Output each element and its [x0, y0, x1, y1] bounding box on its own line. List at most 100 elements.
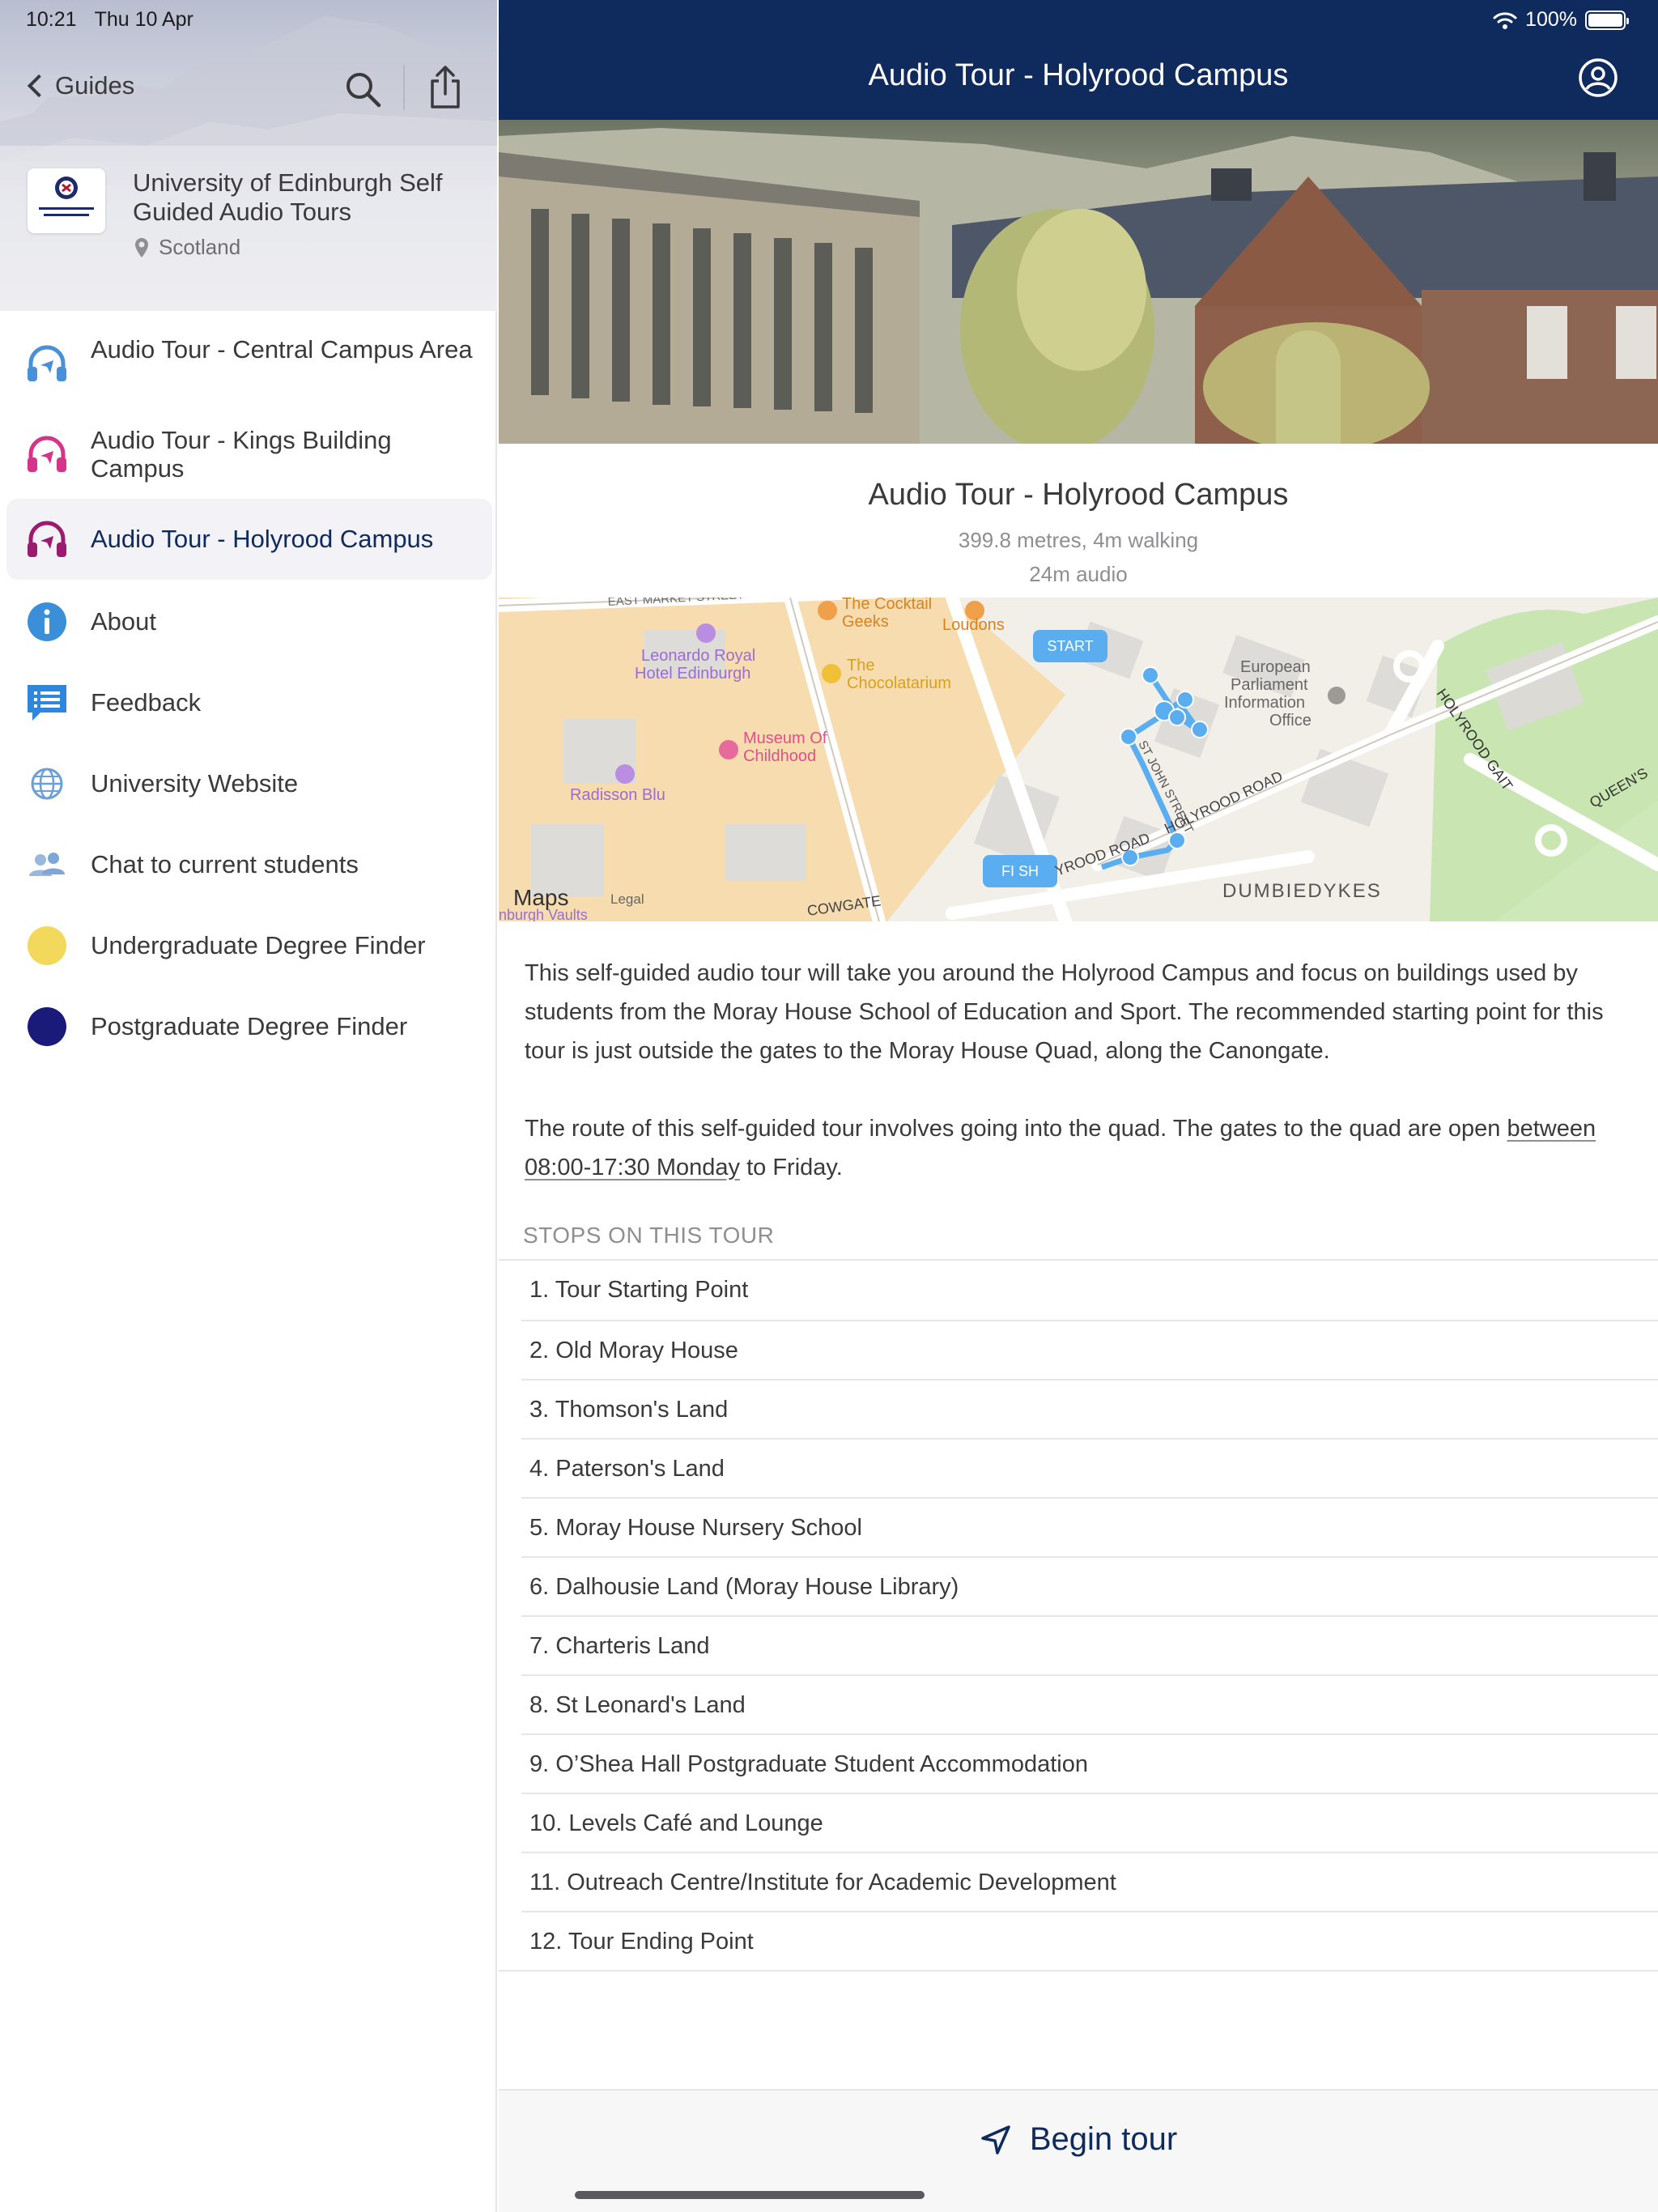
sidebar-item-kings-building[interactable]: Audio Tour - Kings Building Campus	[6, 416, 492, 492]
main-content: Audio Tour - Holyrood Campus Audio Tour …	[499, 0, 1658, 2212]
map-label: Hotel Edinburgh	[635, 665, 750, 683]
stop-row[interactable]: 7. Charteris Land	[521, 1617, 1658, 1676]
map-label: Leonardo Royal	[641, 647, 755, 665]
account-icon[interactable]	[1577, 57, 1619, 99]
stop-row[interactable]: 2. Old Moray House	[521, 1321, 1658, 1380]
stop-label: 3. Thomson's Land	[529, 1397, 729, 1423]
search-icon[interactable]	[343, 70, 382, 108]
stop-row[interactable]: 8. St Leonard's Land	[521, 1676, 1658, 1735]
wifi-icon	[1493, 11, 1517, 29]
location-label: Scotland	[159, 235, 241, 259]
stop-label: 11. Outreach Centre/Institute for Academ…	[529, 1870, 1116, 1895]
stop-row[interactable]: 1. Tour Starting Point	[521, 1261, 1658, 1320]
sidebar-item-feedback[interactable]: Feedback	[6, 669, 492, 737]
stop-row[interactable]: 10. Levels Café and Lounge	[521, 1794, 1658, 1853]
time-label: 10:21	[26, 8, 77, 31]
begin-tour-button[interactable]: Begin tour	[499, 2121, 1658, 2158]
stop-label: 2. Old Moray House	[529, 1338, 738, 1363]
map-label: DUMBIEDYKES	[1222, 880, 1382, 902]
battery-level	[1588, 13, 1622, 27]
divider	[499, 1970, 1658, 1972]
sidebar-item-label: Undergraduate Degree Finder	[91, 931, 426, 959]
sidebar-item-holyrood-campus[interactable]: Audio Tour - Holyrood Campus	[6, 499, 492, 580]
map-label: Parliament	[1231, 676, 1308, 694]
sidebar-item-chat-students[interactable]: Chat to current students	[6, 831, 492, 899]
sidebar-item-label: Postgraduate Degree Finder	[91, 1012, 408, 1040]
sidebar-item-label: University Website	[91, 769, 299, 798]
sidebar-item-label: About	[91, 607, 157, 636]
map-canvas: START FI SH EAST MARKET STREET The Cockt…	[499, 598, 1658, 921]
tour-description: This self-guided audio tour will take yo…	[525, 960, 1604, 1064]
tour-title: Audio Tour - Holyrood Campus	[868, 478, 1289, 512]
map-label: Information	[1224, 694, 1305, 712]
battery-percent: 100%	[1525, 8, 1577, 31]
stop-label: 1. Tour Starting Point	[529, 1277, 749, 1303]
map-finish-label: FI SH	[1001, 863, 1039, 879]
stop-label: 4. Paterson's Land	[529, 1456, 725, 1482]
map-legal-link: Legal	[610, 891, 644, 907]
info-icon	[28, 602, 66, 641]
map-label: The Cocktail	[842, 598, 932, 613]
stop-row[interactable]: 4. Paterson's Land	[521, 1440, 1658, 1499]
map-label: Museum Of	[743, 730, 827, 747]
map-label: Chocolatarium	[847, 674, 951, 692]
globe-icon	[31, 768, 63, 800]
map-label: Geeks	[842, 613, 889, 631]
stop-row[interactable]: 9. O’Shea Hall Postgraduate Student Acco…	[521, 1735, 1658, 1794]
sidebar-item-university-website[interactable]: University Website	[6, 750, 492, 818]
headphones-icon	[28, 345, 66, 381]
feedback-icon	[28, 685, 66, 721]
stop-label: 8. St Leonard's Land	[529, 1692, 746, 1718]
stop-row[interactable]: 3. Thomson's Land	[521, 1380, 1658, 1440]
date-label: Thu 10 Apr	[94, 8, 193, 31]
navigation-bar: Audio Tour - Holyrood Campus	[499, 0, 1658, 120]
sidebar-item-postgraduate-finder[interactable]: Postgraduate Degree Finder	[6, 993, 492, 1061]
tour-map[interactable]: START FI SH EAST MARKET STREET The Cockt…	[499, 598, 1658, 921]
sidebar: Guides University of Edinburgh Self Guid…	[0, 0, 497, 2212]
sidebar-item-label: Audio Tour - Kings Building Campus	[91, 426, 392, 483]
map-label: Loudons	[942, 616, 1005, 634]
stop-label: 5. Moray House Nursery School	[529, 1515, 862, 1541]
sidebar-item-label: Audio Tour - Holyrood Campus	[91, 525, 434, 553]
tour-opening-hours: The route of this self-guided tour invol…	[525, 1109, 1634, 1187]
map-label: Childhood	[743, 747, 816, 765]
status-bar-indicators: 100%	[1493, 8, 1629, 32]
sidebar-item-about[interactable]: About	[6, 588, 492, 656]
map-label: European	[1240, 658, 1311, 676]
sidebar-item-label: Feedback	[91, 688, 202, 717]
tour-distance: 399.8 metres, 4m walking	[958, 528, 1199, 552]
stop-label: 10. Levels Café and Lounge	[529, 1810, 823, 1836]
stop-label: 7. Charteris Land	[529, 1633, 710, 1659]
navy-dot-icon	[28, 1007, 66, 1046]
back-button[interactable]: Guides	[24, 71, 134, 100]
stop-label: 9. O’Shea Hall Postgraduate Student Acco…	[529, 1751, 1088, 1777]
header-background-image	[0, 0, 497, 311]
home-indicator[interactable]	[575, 2191, 925, 2199]
sidebar-item-label: Audio Tour - Central Campus Area	[91, 335, 473, 364]
map-label: Office	[1269, 712, 1312, 730]
stop-row[interactable]: 11. Outreach Centre/Institute for Academ…	[521, 1853, 1658, 1912]
opening-hours-suffix: to Friday.	[740, 1155, 843, 1180]
stop-label: 6. Dalhousie Land (Moray House Library)	[529, 1574, 959, 1600]
guide-title: University of Edinburgh Self Guided Audi…	[133, 168, 443, 226]
sidebar-item-undergraduate-finder[interactable]: Undergraduate Degree Finder	[6, 912, 492, 980]
map-label: nburgh Vaults	[499, 907, 588, 921]
tour-hero-image	[499, 120, 1658, 444]
status-bar-time: 10:21 Thu 10 Apr	[26, 8, 193, 32]
university-logo	[28, 168, 105, 233]
share-icon[interactable]	[427, 65, 463, 110]
battery-icon	[1585, 10, 1629, 30]
stop-row[interactable]: 12. Tour Ending Point	[521, 1912, 1658, 1972]
stop-label: 12. Tour Ending Point	[529, 1929, 754, 1955]
stop-row[interactable]: 6. Dalhousie Land (Moray House Library)	[521, 1558, 1658, 1617]
map-label: The	[847, 657, 874, 674]
stop-row[interactable]: 5. Moray House Nursery School	[521, 1499, 1658, 1558]
headphones-icon	[28, 436, 66, 472]
header-divider	[403, 65, 405, 110]
sidebar-item-central-campus[interactable]: Audio Tour - Central Campus Area	[6, 325, 492, 402]
sidebar-item-label: Chat to current students	[91, 850, 359, 878]
begin-tour-label: Begin tour	[1029, 2121, 1178, 2157]
stops-header: STOPS ON THIS TOUR	[523, 1223, 775, 1248]
back-label: Guides	[55, 71, 135, 100]
yellow-dot-icon	[28, 926, 66, 965]
